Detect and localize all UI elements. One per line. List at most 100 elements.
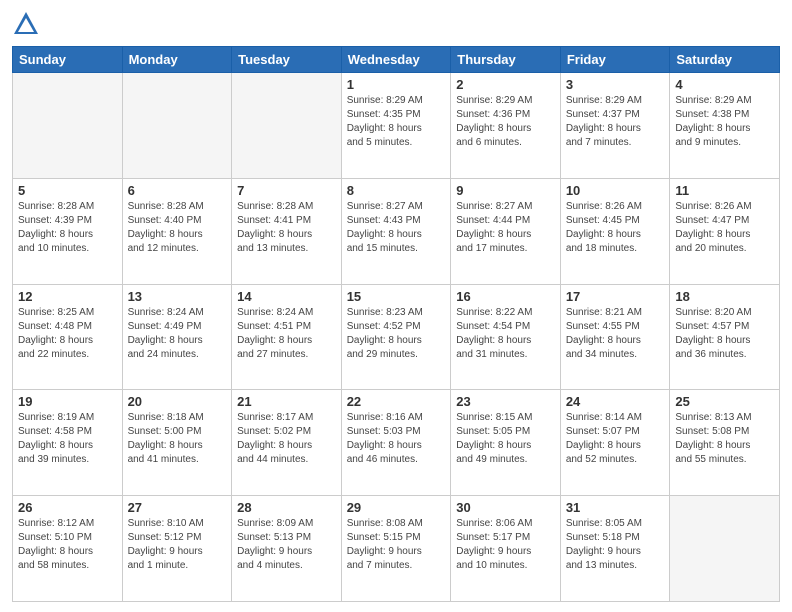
day-cell: 11 Sunrise: 8:26 AM Sunset: 4:47 PM Dayli… xyxy=(670,178,780,284)
day-cell: 3 Sunrise: 8:29 AM Sunset: 4:37 PM Daylig… xyxy=(560,73,670,179)
day-info: Sunrise: 8:28 AM Sunset: 4:39 PM Dayligh… xyxy=(18,200,117,256)
day-info: Sunrise: 8:10 AM Sunset: 5:12 PM Dayligh… xyxy=(128,517,227,573)
day-info: Sunrise: 8:08 AM Sunset: 5:15 PM Dayligh… xyxy=(347,517,446,573)
day-number: 2 xyxy=(456,77,555,92)
weekday-header-thursday: Thursday xyxy=(451,47,561,73)
day-number: 18 xyxy=(675,289,774,304)
day-cell xyxy=(670,496,780,602)
day-number: 5 xyxy=(18,183,117,198)
day-cell: 14Sunrise: 8:24 AM Sunset: 4:51 PM Dayli… xyxy=(232,284,342,390)
day-info: Sunrise: 8:25 AM Sunset: 4:48 PM Dayligh… xyxy=(18,306,117,362)
week-row-3: 12 Sunrise: 8:25 AM Sunset: 4:48 PM Dayli… xyxy=(13,284,780,390)
logo-icon xyxy=(12,10,40,38)
day-cell: 27 Sunrise: 8:10 AM Sunset: 5:12 PM Dayli… xyxy=(122,496,232,602)
day-number: 10 xyxy=(566,183,665,198)
day-info: Sunrise: 8:17 AM Sunset: 5:02 PM Dayligh… xyxy=(237,411,336,467)
day-cell: 29 Sunrise: 8:08 AM Sunset: 5:15 PM Dayli… xyxy=(341,496,451,602)
weekday-header-row: SundayMondayTuesdayWednesdayThursdayFrid… xyxy=(13,47,780,73)
week-row-2: 5 Sunrise: 8:28 AM Sunset: 4:39 PM Daylig… xyxy=(13,178,780,284)
weekday-header-saturday: Saturday xyxy=(670,47,780,73)
day-info: Sunrise: 8:24 AM Sunset: 4:49 PM Dayligh… xyxy=(128,306,227,362)
day-number: 9 xyxy=(456,183,555,198)
day-cell: 13 Sunrise: 8:24 AM Sunset: 4:49 PM Dayli… xyxy=(122,284,232,390)
day-number: 25 xyxy=(675,394,774,409)
day-number: 8 xyxy=(347,183,446,198)
day-info: Sunrise: 8:14 AM Sunset: 5:07 PM Dayligh… xyxy=(566,411,665,467)
day-cell: 25Sunrise: 8:13 AM Sunset: 5:08 PM Dayli… xyxy=(670,390,780,496)
day-number: 29 xyxy=(347,500,446,515)
day-cell: 30 Sunrise: 8:06 AM Sunset: 5:17 PM Dayli… xyxy=(451,496,561,602)
day-info: Sunrise: 8:22 AM Sunset: 4:54 PM Dayligh… xyxy=(456,306,555,362)
day-cell: 5 Sunrise: 8:28 AM Sunset: 4:39 PM Daylig… xyxy=(13,178,123,284)
day-number: 23 xyxy=(456,394,555,409)
day-number: 24 xyxy=(566,394,665,409)
day-number: 28 xyxy=(237,500,336,515)
day-info: Sunrise: 8:29 AM Sunset: 4:38 PM Dayligh… xyxy=(675,94,774,150)
day-number: 21 xyxy=(237,394,336,409)
day-cell: 20 Sunrise: 8:18 AM Sunset: 5:00 PM Dayli… xyxy=(122,390,232,496)
day-info: Sunrise: 8:20 AM Sunset: 4:57 PM Dayligh… xyxy=(675,306,774,362)
day-cell: 7 Sunrise: 8:28 AM Sunset: 4:41 PM Daylig… xyxy=(232,178,342,284)
week-row-5: 26 Sunrise: 8:12 AM Sunset: 5:10 PM Dayli… xyxy=(13,496,780,602)
day-cell: 2Sunrise: 8:29 AM Sunset: 4:36 PM Daylig… xyxy=(451,73,561,179)
day-cell: 31Sunrise: 8:05 AM Sunset: 5:18 PM Dayli… xyxy=(560,496,670,602)
day-cell: 12 Sunrise: 8:25 AM Sunset: 4:48 PM Dayli… xyxy=(13,284,123,390)
week-row-4: 19 Sunrise: 8:19 AM Sunset: 4:58 PM Dayli… xyxy=(13,390,780,496)
day-cell: 8 Sunrise: 8:27 AM Sunset: 4:43 PM Daylig… xyxy=(341,178,451,284)
weekday-header-tuesday: Tuesday xyxy=(232,47,342,73)
day-info: Sunrise: 8:15 AM Sunset: 5:05 PM Dayligh… xyxy=(456,411,555,467)
header xyxy=(12,10,780,38)
page: SundayMondayTuesdayWednesdayThursdayFrid… xyxy=(0,0,792,612)
day-number: 6 xyxy=(128,183,227,198)
day-cell: 21 Sunrise: 8:17 AM Sunset: 5:02 PM Dayli… xyxy=(232,390,342,496)
day-info: Sunrise: 8:12 AM Sunset: 5:10 PM Dayligh… xyxy=(18,517,117,573)
day-cell: 9 Sunrise: 8:27 AM Sunset: 4:44 PM Daylig… xyxy=(451,178,561,284)
day-number: 11 xyxy=(675,183,774,198)
day-info: Sunrise: 8:29 AM Sunset: 4:37 PM Dayligh… xyxy=(566,94,665,150)
day-cell: 24 Sunrise: 8:14 AM Sunset: 5:07 PM Dayli… xyxy=(560,390,670,496)
day-info: Sunrise: 8:19 AM Sunset: 4:58 PM Dayligh… xyxy=(18,411,117,467)
day-number: 15 xyxy=(347,289,446,304)
day-cell: 10Sunrise: 8:26 AM Sunset: 4:45 PM Dayli… xyxy=(560,178,670,284)
day-info: Sunrise: 8:28 AM Sunset: 4:40 PM Dayligh… xyxy=(128,200,227,256)
weekday-header-sunday: Sunday xyxy=(13,47,123,73)
day-info: Sunrise: 8:18 AM Sunset: 5:00 PM Dayligh… xyxy=(128,411,227,467)
day-cell: 15Sunrise: 8:23 AM Sunset: 4:52 PM Dayli… xyxy=(341,284,451,390)
day-info: Sunrise: 8:06 AM Sunset: 5:17 PM Dayligh… xyxy=(456,517,555,573)
weekday-header-friday: Friday xyxy=(560,47,670,73)
day-cell xyxy=(13,73,123,179)
day-cell: 16 Sunrise: 8:22 AM Sunset: 4:54 PM Dayli… xyxy=(451,284,561,390)
day-cell: 28 Sunrise: 8:09 AM Sunset: 5:13 PM Dayli… xyxy=(232,496,342,602)
day-number: 12 xyxy=(18,289,117,304)
day-cell: 19 Sunrise: 8:19 AM Sunset: 4:58 PM Dayli… xyxy=(13,390,123,496)
day-number: 16 xyxy=(456,289,555,304)
day-number: 27 xyxy=(128,500,227,515)
day-number: 20 xyxy=(128,394,227,409)
day-info: Sunrise: 8:27 AM Sunset: 4:43 PM Dayligh… xyxy=(347,200,446,256)
day-number: 19 xyxy=(18,394,117,409)
day-info: Sunrise: 8:26 AM Sunset: 4:47 PM Dayligh… xyxy=(675,200,774,256)
day-cell: 26 Sunrise: 8:12 AM Sunset: 5:10 PM Dayli… xyxy=(13,496,123,602)
day-number: 26 xyxy=(18,500,117,515)
day-info: Sunrise: 8:28 AM Sunset: 4:41 PM Dayligh… xyxy=(237,200,336,256)
week-row-1: 1Sunrise: 8:29 AM Sunset: 4:35 PM Daylig… xyxy=(13,73,780,179)
calendar: SundayMondayTuesdayWednesdayThursdayFrid… xyxy=(12,46,780,602)
day-number: 30 xyxy=(456,500,555,515)
day-number: 7 xyxy=(237,183,336,198)
day-cell xyxy=(122,73,232,179)
day-number: 13 xyxy=(128,289,227,304)
day-cell: 18 Sunrise: 8:20 AM Sunset: 4:57 PM Dayli… xyxy=(670,284,780,390)
day-cell xyxy=(232,73,342,179)
logo xyxy=(12,10,44,38)
day-cell: 22Sunrise: 8:16 AM Sunset: 5:03 PM Dayli… xyxy=(341,390,451,496)
day-info: Sunrise: 8:09 AM Sunset: 5:13 PM Dayligh… xyxy=(237,517,336,573)
day-info: Sunrise: 8:21 AM Sunset: 4:55 PM Dayligh… xyxy=(566,306,665,362)
day-number: 14 xyxy=(237,289,336,304)
day-info: Sunrise: 8:27 AM Sunset: 4:44 PM Dayligh… xyxy=(456,200,555,256)
day-number: 4 xyxy=(675,77,774,92)
day-cell: 1Sunrise: 8:29 AM Sunset: 4:35 PM Daylig… xyxy=(341,73,451,179)
day-cell: 6 Sunrise: 8:28 AM Sunset: 4:40 PM Daylig… xyxy=(122,178,232,284)
day-number: 3 xyxy=(566,77,665,92)
day-cell: 4 Sunrise: 8:29 AM Sunset: 4:38 PM Daylig… xyxy=(670,73,780,179)
day-info: Sunrise: 8:05 AM Sunset: 5:18 PM Dayligh… xyxy=(566,517,665,573)
